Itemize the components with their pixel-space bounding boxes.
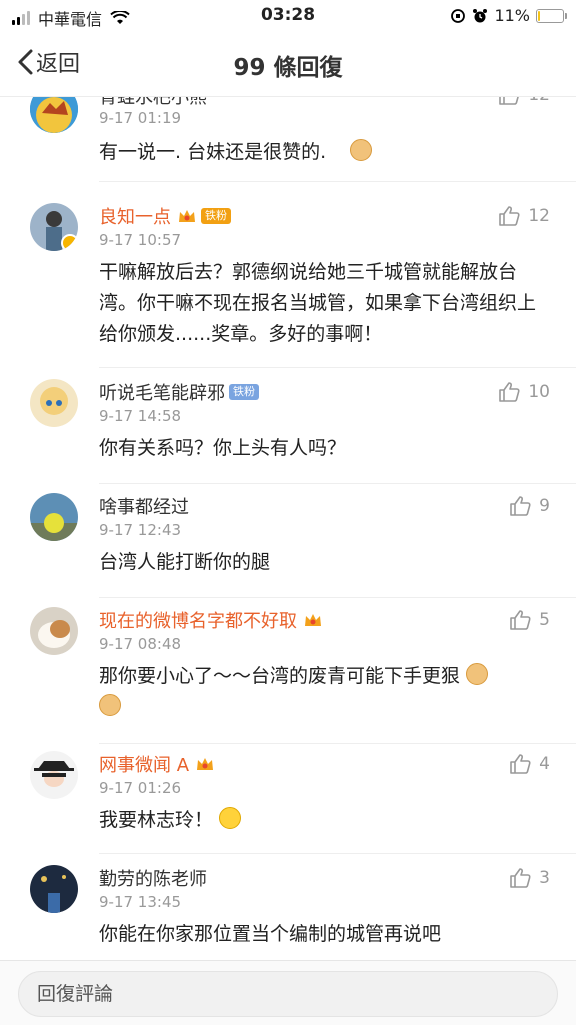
- comment-text-content: 那你要小心了～～台湾的废青可能下手更狠: [99, 665, 461, 687]
- comment-text: 干嘛解放后去？郭德纲说给她三千城管就能解放台湾。你干嘛不现在报名当城管，如果拿下…: [99, 261, 537, 345]
- comment-item: 青蛙水杷小熊 9-17 01:19 12 有一说一. 台妹还是很赞的.: [0, 97, 576, 191]
- fan-tag: 铁粉: [201, 208, 231, 224]
- avatar-image: [30, 607, 78, 655]
- grin-emoji-icon: [219, 807, 242, 829]
- comment-text: 台湾人能打断你的腿: [99, 551, 271, 573]
- avatar[interactable]: [30, 379, 78, 427]
- like-button[interactable]: 4: [509, 753, 550, 775]
- divider: [99, 743, 576, 744]
- comment-item: 听说毛笔能辟邪 铁粉 9-17 14:58 10 你有关系吗？你上头有人吗？: [0, 373, 576, 485]
- comment-username[interactable]: 网事微闻 A: [99, 751, 215, 777]
- thumbs-up-icon: [510, 868, 531, 888]
- avatar[interactable]: [30, 203, 78, 251]
- comment-item: 现在的微博名字都不好取 9-17 08:48 5 那你要小心了～～台湾的废青可能…: [0, 601, 576, 747]
- comment-text-content: 我要林志玲！: [99, 809, 214, 831]
- like-count: 4: [539, 754, 550, 774]
- fan-tag: 铁粉: [229, 384, 259, 400]
- avatar-image: [30, 493, 78, 541]
- comment-username[interactable]: 良知一点 铁粉: [99, 203, 231, 229]
- like-count: 12: [528, 97, 550, 105]
- comment-text: 我要林志玲！: [99, 805, 539, 836]
- verified-badge-icon: [61, 234, 78, 251]
- comment-time: 9-17 13:45: [99, 893, 182, 911]
- like-count: 5: [539, 610, 550, 630]
- avatar[interactable]: [30, 865, 78, 913]
- comment-time: 9-17 08:48: [99, 635, 182, 653]
- avatar-image: [30, 751, 78, 799]
- battery-fill: [538, 10, 540, 21]
- comment-text-content: 有一说一. 台妹还是很赞的.: [99, 141, 327, 163]
- doge-emoji-icon: [350, 139, 373, 161]
- thumbs-up-icon: [510, 496, 531, 516]
- username-text: 良知一点: [99, 207, 171, 228]
- thumbs-up-icon: [499, 97, 520, 105]
- divider: [99, 597, 576, 598]
- status-right: 11%: [450, 6, 567, 25]
- like-button[interactable]: 12: [498, 205, 550, 227]
- avatar[interactable]: [30, 751, 78, 799]
- status-bar: 中華電信 03:28 11%: [0, 0, 576, 32]
- comment-item: 勤劳的陈老师 9-17 13:45 3 你能在你家那位置当个编制的城管再说吧: [0, 859, 576, 959]
- username-text: 网事微闻 A: [99, 755, 190, 776]
- alarm-icon: [473, 8, 488, 22]
- comment-text: 有一说一. 台妹还是很赞的.: [99, 137, 539, 168]
- thumbs-up-icon: [499, 206, 520, 226]
- divider: [99, 853, 576, 854]
- comment-time: 9-17 14:58: [99, 407, 182, 425]
- username-text: 现在的微博名字都不好取: [99, 611, 297, 632]
- comment-time: 9-17 12:43: [99, 521, 182, 539]
- comment-username[interactable]: 现在的微博名字都不好取: [99, 607, 323, 633]
- vip-crown-icon: [197, 758, 214, 770]
- battery-icon: [536, 8, 567, 23]
- vip-crown-icon: [179, 210, 195, 222]
- avatar-image: [30, 379, 78, 427]
- like-count: 3: [539, 868, 550, 888]
- doge-emoji-icon: [466, 663, 489, 685]
- reply-bar: 回復評論: [0, 960, 576, 1025]
- comment-username[interactable]: 啥事都经过: [99, 493, 189, 519]
- thumbs-up-icon: [510, 754, 531, 774]
- like-button[interactable]: 12: [498, 97, 550, 106]
- avatar-image: [30, 97, 78, 133]
- comment-time: 9-17 01:26: [99, 779, 182, 797]
- like-button[interactable]: 5: [509, 609, 550, 631]
- comment-list[interactable]: 青蛙水杷小熊 9-17 01:19 12 有一说一. 台妹还是很赞的. 良知一点…: [0, 97, 576, 961]
- username-text: 听说毛笔能辟邪: [99, 383, 225, 404]
- avatar[interactable]: [30, 493, 78, 541]
- page-title: 99 條回復: [233, 55, 343, 81]
- comment-time: 9-17 01:19: [99, 109, 182, 127]
- comment-time: 9-17 10:57: [99, 231, 182, 249]
- divider: [99, 181, 576, 182]
- comment-text: 你有关系吗？你上头有人吗？: [99, 437, 347, 459]
- like-button[interactable]: 3: [509, 867, 550, 889]
- comment-item: 良知一点 铁粉 9-17 10:57 12 干嘛解放后去？郭德纲说给她三千城管就…: [0, 197, 576, 373]
- thumbs-up-icon: [510, 610, 531, 630]
- avatar[interactable]: [30, 607, 78, 655]
- comment-username[interactable]: 青蛙水杷小熊: [99, 97, 207, 109]
- reply-input[interactable]: 回復評論: [18, 971, 558, 1017]
- vip-crown-icon: [305, 614, 321, 626]
- thumbs-up-icon: [499, 382, 520, 402]
- doge-emoji-icon: [99, 694, 121, 716]
- avatar[interactable]: [30, 97, 78, 133]
- battery-percent: 11%: [494, 6, 530, 25]
- like-button[interactable]: 9: [509, 495, 550, 517]
- divider: [99, 483, 576, 484]
- comment-text: 你能在你家那位置当个编制的城管再说吧: [99, 923, 442, 945]
- divider: [99, 367, 576, 368]
- comment-username[interactable]: 勤劳的陈老师: [99, 865, 207, 891]
- comment-item: 啥事都经过 9-17 12:43 9 台湾人能打断你的腿: [0, 487, 576, 599]
- comment-item: 网事微闻 A 9-17 01:26 4 我要林志玲！: [0, 745, 576, 857]
- like-button[interactable]: 10: [498, 381, 550, 403]
- orientation-lock-icon: [451, 8, 466, 23]
- comment-username[interactable]: 听说毛笔能辟邪 铁粉: [99, 379, 259, 405]
- comment-text: 那你要小心了～～台湾的废青可能下手更狠: [99, 661, 539, 723]
- avatar-image: [30, 865, 78, 913]
- like-count: 9: [539, 496, 550, 516]
- navigation-bar: 返回 99 條回復: [0, 32, 576, 97]
- like-count: 10: [528, 382, 550, 402]
- like-count: 12: [528, 206, 550, 226]
